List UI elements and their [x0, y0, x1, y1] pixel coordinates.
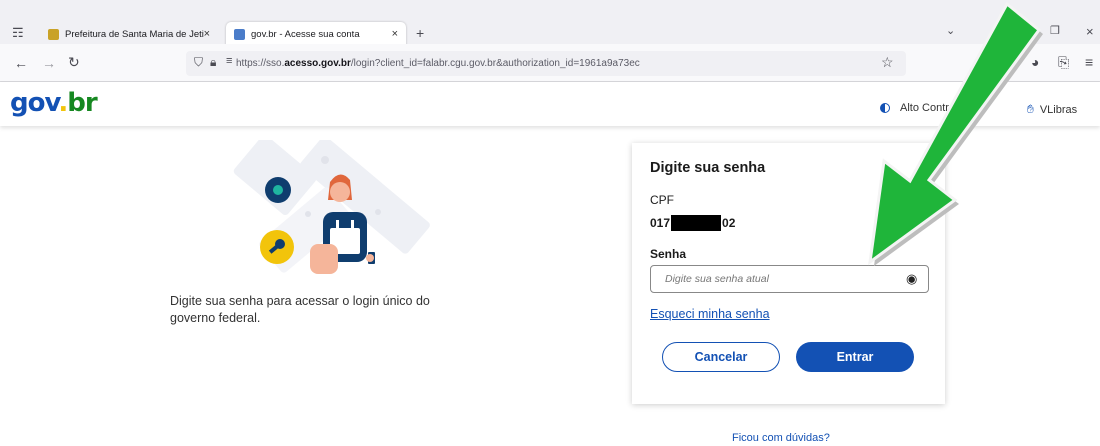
menu-icon[interactable]: ≡: [1085, 55, 1093, 69]
key-badge-icon: [260, 230, 294, 264]
logo-dot: .: [58, 88, 68, 118]
cpf-value: 017 02: [650, 215, 735, 231]
shield-icon[interactable]: ⛉: [194, 56, 203, 68]
login-description: Digite sua senha para acessar o login ún…: [170, 294, 430, 325]
vlibras-button[interactable]: ✋︎ VLibras: [1027, 102, 1077, 117]
eye-badge-icon: [265, 177, 291, 203]
close-tab-icon[interactable]: ×: [392, 28, 398, 40]
login-card: Digite sua senha CPF 017 02 Senha ◉ Esqu…: [632, 143, 945, 404]
tab-prefeitura[interactable]: Prefeitura de Santa Maria de Jeti ×: [40, 22, 218, 46]
reload-icon[interactable]: ↻: [68, 55, 80, 69]
high-contrast-label: Alto Contraste: [900, 102, 970, 114]
login-illustration: [233, 140, 430, 274]
cpf-redaction: [671, 215, 722, 231]
submit-button[interactable]: Entrar: [796, 342, 914, 372]
close-tab-icon[interactable]: ×: [204, 28, 210, 40]
prefeitura-favicon-icon: [48, 28, 59, 40]
cpf-prefix: 017: [650, 216, 671, 230]
chevron-down-icon[interactable]: ⌄: [946, 26, 955, 37]
browser-tab-bar: ☶ Prefeitura de Santa Maria de Jeti × go…: [0, 0, 1100, 46]
extensions-icon[interactable]: ⎘: [1058, 55, 1069, 69]
contrast-icon: [880, 103, 890, 113]
tab-govbr[interactable]: gov.br - Acesse sua conta ×: [226, 22, 406, 46]
url-domain: acesso.gov.br: [284, 58, 351, 69]
tab-list-icon[interactable]: ☶: [12, 26, 24, 39]
high-contrast-button[interactable]: Alto Contraste: [880, 102, 970, 114]
browser-toolbar: ← → ↻ https://sso. acesso.gov.br/login?cl…: [0, 44, 1100, 82]
url-field[interactable]: https://sso. acesso.gov.br/login?client_i…: [186, 51, 906, 76]
hand-sign-icon: ✋︎: [1027, 102, 1034, 116]
forward-icon[interactable]: →: [42, 56, 56, 70]
govbr-favicon-icon: [234, 28, 245, 40]
forgot-password-link[interactable]: Esqueci minha senha: [650, 307, 770, 321]
url-prefix: https://sso.: [236, 58, 285, 69]
card-title: Digite sua senha: [650, 160, 766, 176]
restore-window-icon[interactable]: ❐: [1050, 26, 1060, 37]
account-icon[interactable]: ◕: [1031, 55, 1039, 69]
close-window-icon[interactable]: ×: [1086, 25, 1094, 38]
back-icon[interactable]: ←: [14, 56, 28, 70]
lock-icon[interactable]: 🔒︎: [210, 56, 216, 68]
help-link[interactable]: Ficou com dúvidas?: [732, 432, 830, 444]
cpf-label: CPF: [650, 193, 674, 207]
permissions-icon[interactable]: ≡: [226, 56, 232, 67]
tab-title: gov.br - Acesse sua conta: [251, 28, 360, 40]
tab-title: Prefeitura de Santa Maria de Jeti: [65, 28, 204, 40]
cpf-suffix: 02: [722, 216, 736, 230]
bookmark-star-icon[interactable]: ☆: [881, 55, 894, 69]
govbr-logo[interactable]: gov.br: [10, 88, 98, 118]
url-suffix: /login?client_id=falabr.cgu.gov.br&autho…: [350, 58, 640, 69]
new-tab-icon[interactable]: +: [416, 26, 424, 40]
password-label: Senha: [650, 247, 687, 261]
site-header: gov.br Alto Contraste ✋︎ VLibras: [0, 82, 1100, 126]
password-input[interactable]: [650, 265, 929, 293]
vlibras-label: VLibras: [1039, 103, 1078, 116]
logo-br: br: [67, 88, 97, 118]
show-password-eye-icon[interactable]: ◉: [906, 272, 917, 285]
logo-gov: gov: [10, 88, 59, 118]
cancel-button[interactable]: Cancelar: [662, 342, 780, 372]
